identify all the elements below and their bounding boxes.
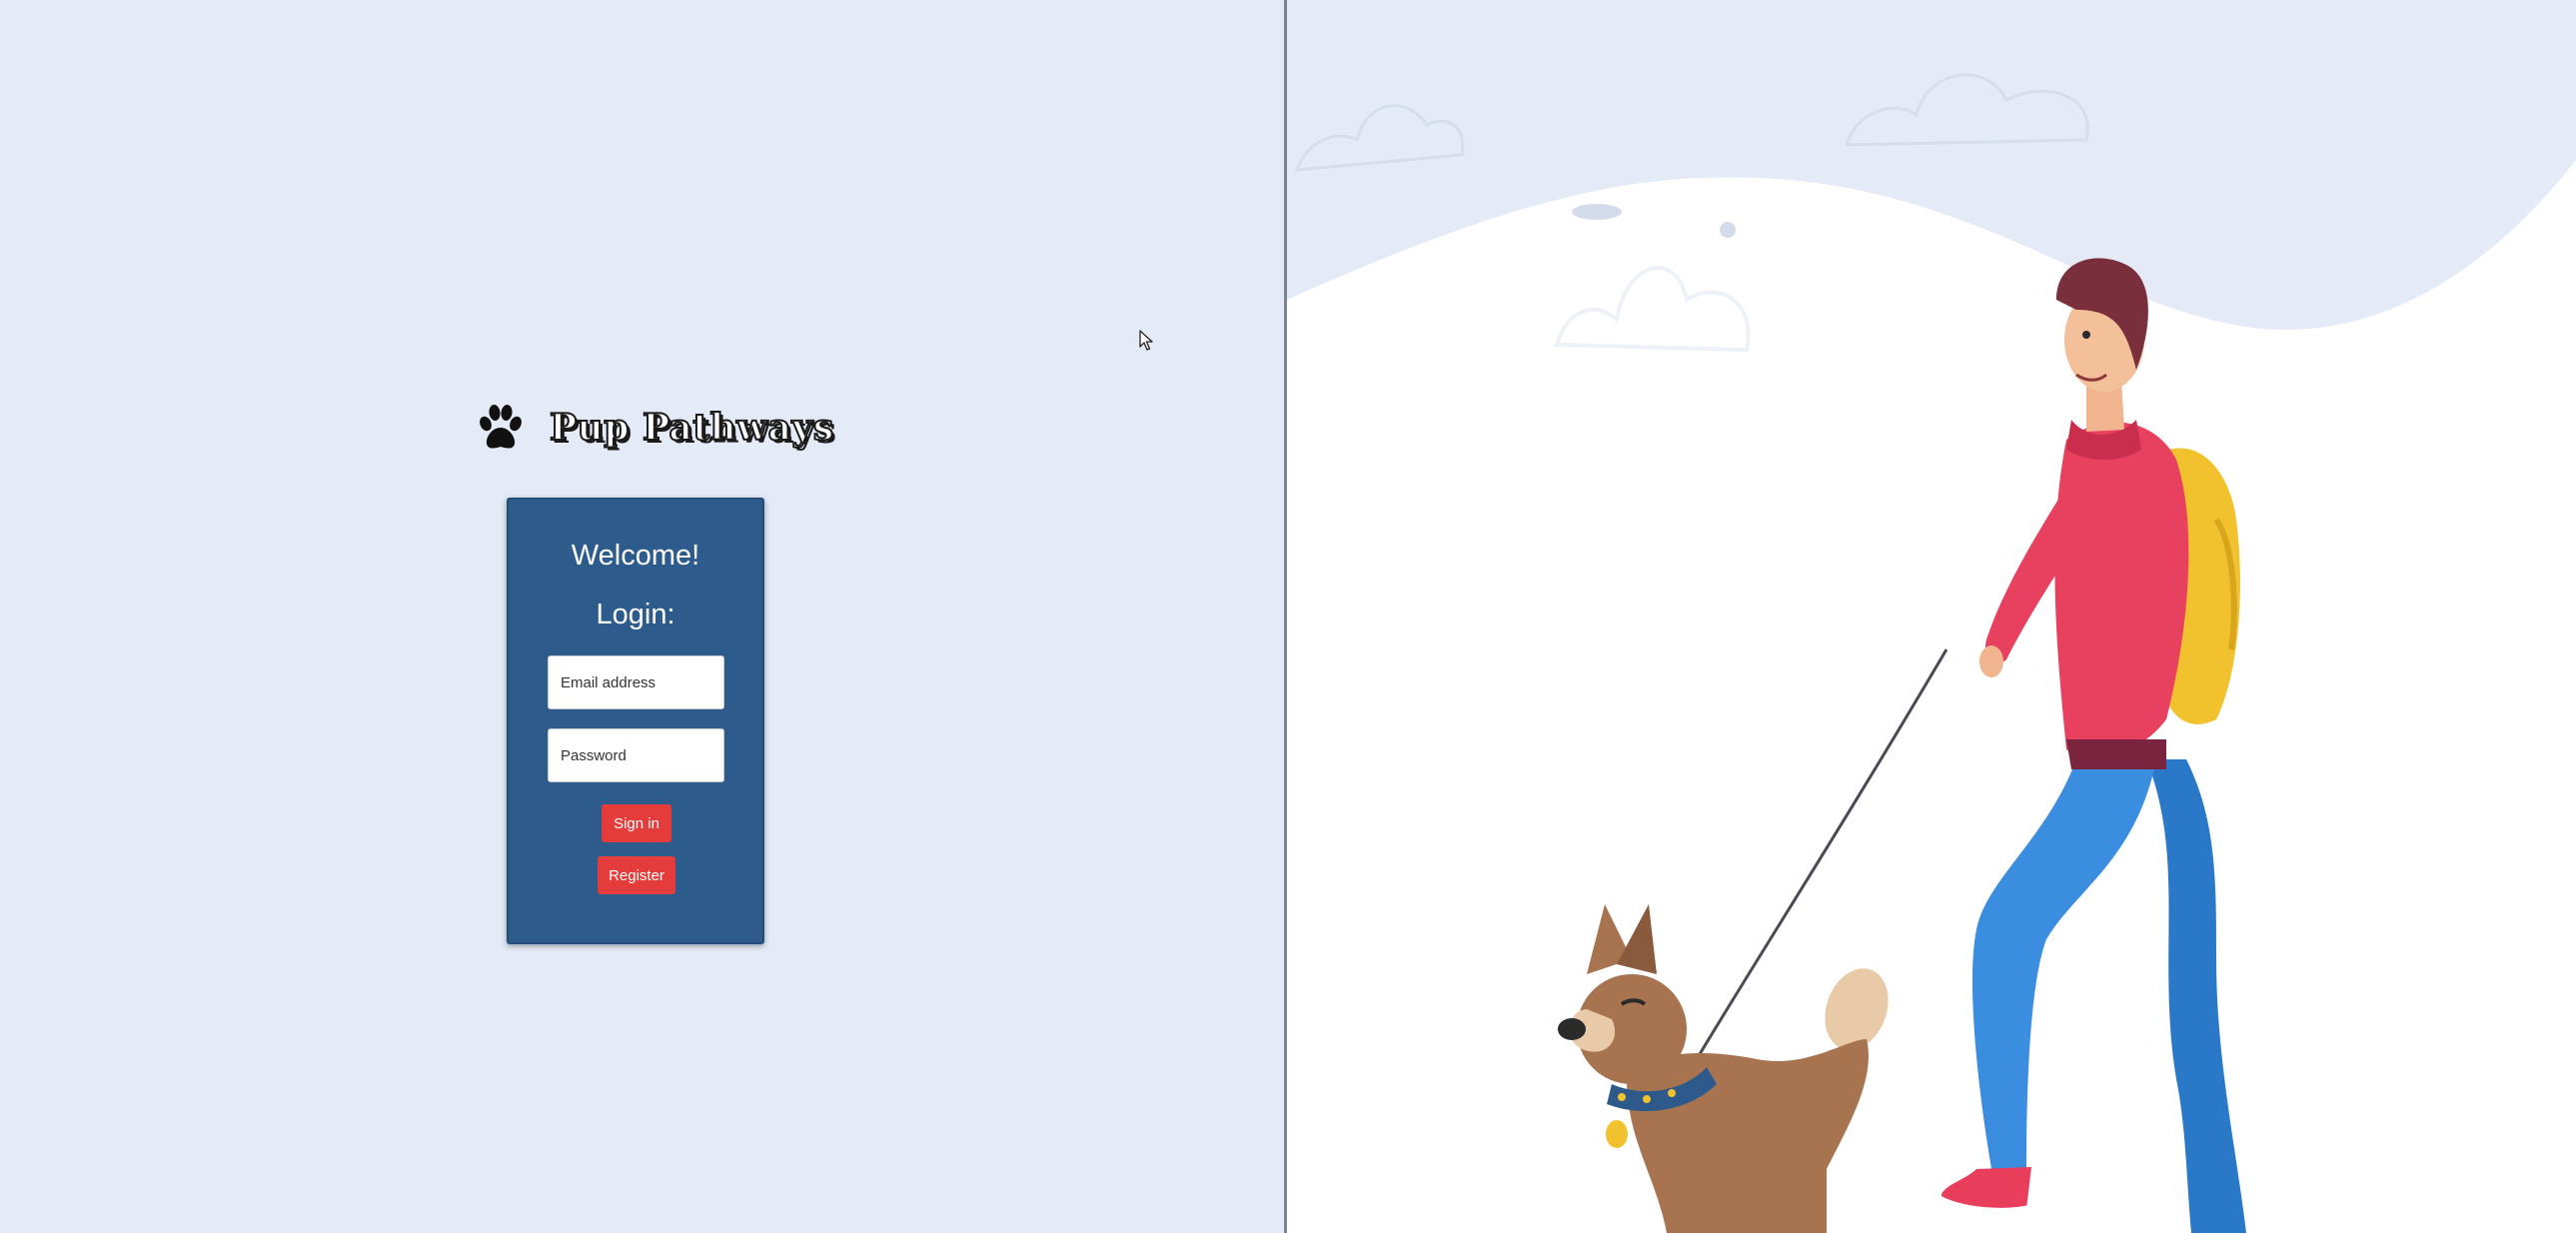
brand-title: Pup Pathways <box>549 406 834 450</box>
sign-in-button[interactable]: Sign in <box>602 804 671 842</box>
man-walking-dog-illustration <box>1287 0 2576 1233</box>
cursor-icon <box>1139 330 1153 351</box>
paw-icon <box>480 405 522 449</box>
login-pane: Pup Pathways Welcome! Login: Sign in Reg… <box>0 0 1284 1233</box>
hero-illustration <box>1287 0 2576 1233</box>
login-card: Welcome! Login: Sign in Register <box>507 498 764 944</box>
email-field[interactable] <box>548 655 724 709</box>
brand-header: Pup Pathways <box>478 403 834 453</box>
password-field[interactable] <box>548 728 724 782</box>
register-button[interactable]: Register <box>598 856 675 894</box>
login-heading: Login: <box>596 599 675 630</box>
page: Pup Pathways Welcome! Login: Sign in Reg… <box>0 0 2576 1233</box>
welcome-heading: Welcome! <box>571 540 700 572</box>
